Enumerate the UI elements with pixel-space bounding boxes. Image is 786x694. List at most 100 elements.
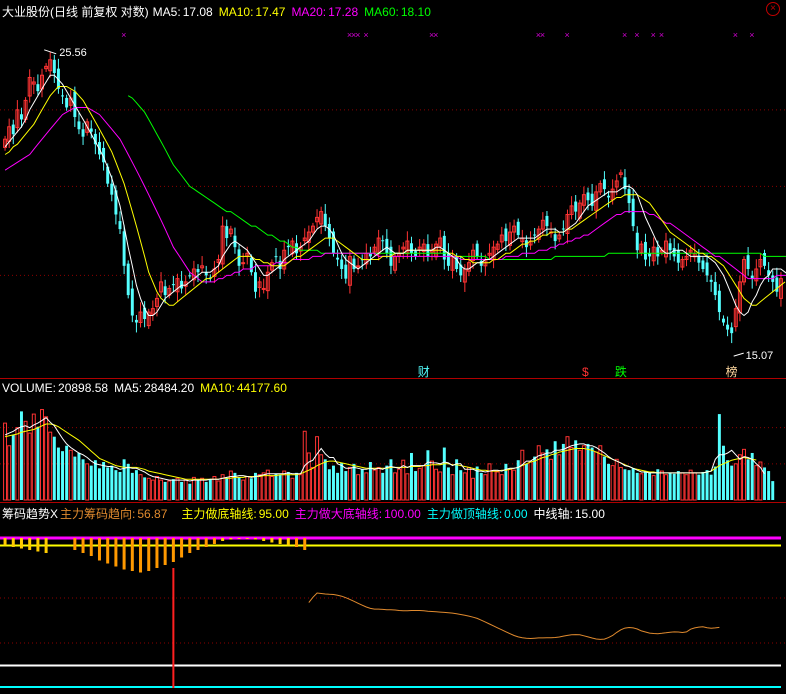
chip-bar	[245, 538, 249, 539]
chip-bar	[44, 538, 48, 553]
volume-bar-down	[771, 481, 775, 500]
volume-bar-down	[81, 459, 85, 500]
chip-bar	[97, 538, 101, 561]
volume-bar-up	[265, 469, 270, 501]
volume-bar-down	[426, 450, 430, 500]
volume-bar-up	[228, 470, 233, 501]
volume-bar-up	[23, 420, 28, 501]
volume-bar-up	[557, 454, 562, 501]
volume-bar-down	[717, 414, 721, 500]
volume-bar-up	[495, 471, 500, 501]
chip-bar	[270, 538, 274, 543]
volume-bar-down	[340, 462, 344, 500]
chip-bar	[204, 538, 208, 547]
volume-bar-up	[27, 432, 32, 501]
volume-bar-down	[114, 470, 118, 500]
volume-bar-down	[697, 474, 701, 500]
x-mark: ×	[121, 30, 126, 40]
candle-body-down	[77, 121, 81, 130]
volume-bar-up	[310, 466, 315, 501]
volume-bar-up	[618, 466, 623, 501]
volume-bar-up	[298, 474, 303, 501]
volume-bar-up	[520, 449, 525, 501]
volume-bar-down	[56, 447, 60, 500]
chip-bar	[262, 538, 266, 541]
chip-bar	[89, 538, 93, 556]
volume-bar-up	[138, 474, 143, 501]
candle-body-down	[36, 84, 40, 92]
candle-body-down	[561, 228, 565, 230]
candle-body-down	[643, 241, 647, 260]
volume-bar-up	[487, 463, 492, 501]
volume-bar-down	[746, 459, 750, 500]
candle-body-up	[356, 265, 361, 268]
volume-bar-down	[409, 452, 413, 500]
volume-bar-up	[733, 463, 738, 501]
volume-bar-up	[216, 480, 221, 501]
candle-body-down	[446, 253, 450, 266]
volume-bar-up	[212, 475, 217, 501]
candle-body-down	[668, 243, 672, 251]
volume-bar-up	[282, 470, 287, 501]
x-mark: ×	[651, 30, 656, 40]
volume-bar-up	[569, 447, 574, 501]
volume-bar-up	[154, 475, 159, 501]
volume-bar-down	[701, 471, 705, 500]
candle-body-down	[545, 215, 549, 227]
volume-bar-up	[183, 479, 188, 501]
candle-body-down	[130, 288, 134, 316]
volume-bar-down	[459, 470, 463, 500]
volume-bar-down	[767, 471, 771, 500]
volume-bar-up	[471, 477, 476, 501]
volume-bar-down	[97, 468, 101, 500]
volume-bar-up	[462, 472, 467, 501]
event-mark: 跌	[615, 364, 627, 379]
candle-body-down	[11, 124, 15, 135]
chip-bar	[28, 538, 32, 550]
volume-bar-up	[150, 479, 155, 501]
candle-body-down	[607, 195, 611, 198]
volume-bar-down	[19, 411, 23, 500]
volume-bar-up	[306, 452, 311, 501]
candle-body-down	[709, 279, 713, 282]
volume-bar-up	[68, 449, 73, 501]
candle-body-down	[19, 114, 23, 120]
chip-bar	[155, 538, 159, 568]
volume-bar-down	[331, 465, 335, 500]
volume-bar-down	[623, 469, 627, 500]
volume-bar-down	[381, 472, 385, 500]
candle-body-down	[475, 243, 479, 257]
candle-body-down	[672, 248, 676, 257]
chip-bar	[221, 538, 225, 541]
chip-bar	[73, 538, 77, 550]
volume-bar-up	[577, 449, 582, 501]
volume-bar-down	[561, 443, 565, 500]
candle-body-up	[261, 287, 266, 290]
volume-bar-down	[730, 465, 734, 500]
volume-bar-down	[93, 460, 97, 500]
volume-bar-down	[126, 463, 130, 500]
volume-bar-down	[73, 456, 77, 500]
candle-body-down	[504, 228, 508, 242]
volume-bar-up	[290, 477, 295, 501]
volume-bar-up	[376, 466, 381, 501]
volume-bar-up	[499, 474, 504, 501]
volume-bar-down	[208, 479, 212, 500]
volume-bar-up	[7, 445, 12, 501]
chip-bar	[229, 538, 233, 540]
candle-body-down	[553, 234, 557, 242]
candle-body-down	[253, 272, 257, 292]
volume-bar-down	[102, 462, 106, 500]
candle-body-down	[180, 280, 184, 289]
volume-bar-down	[709, 474, 713, 500]
volume-bar-down	[295, 472, 299, 500]
volume-bar-down	[336, 472, 340, 500]
volume-bar-up	[438, 471, 443, 501]
volume-bar-up	[450, 474, 455, 501]
x-mark: ×	[540, 30, 545, 40]
candle-body-down	[52, 59, 56, 73]
volume-bar-up	[737, 454, 742, 501]
volume-bar-up	[754, 465, 759, 501]
volume-bar-down	[188, 483, 192, 500]
candle-body-down	[188, 275, 192, 277]
